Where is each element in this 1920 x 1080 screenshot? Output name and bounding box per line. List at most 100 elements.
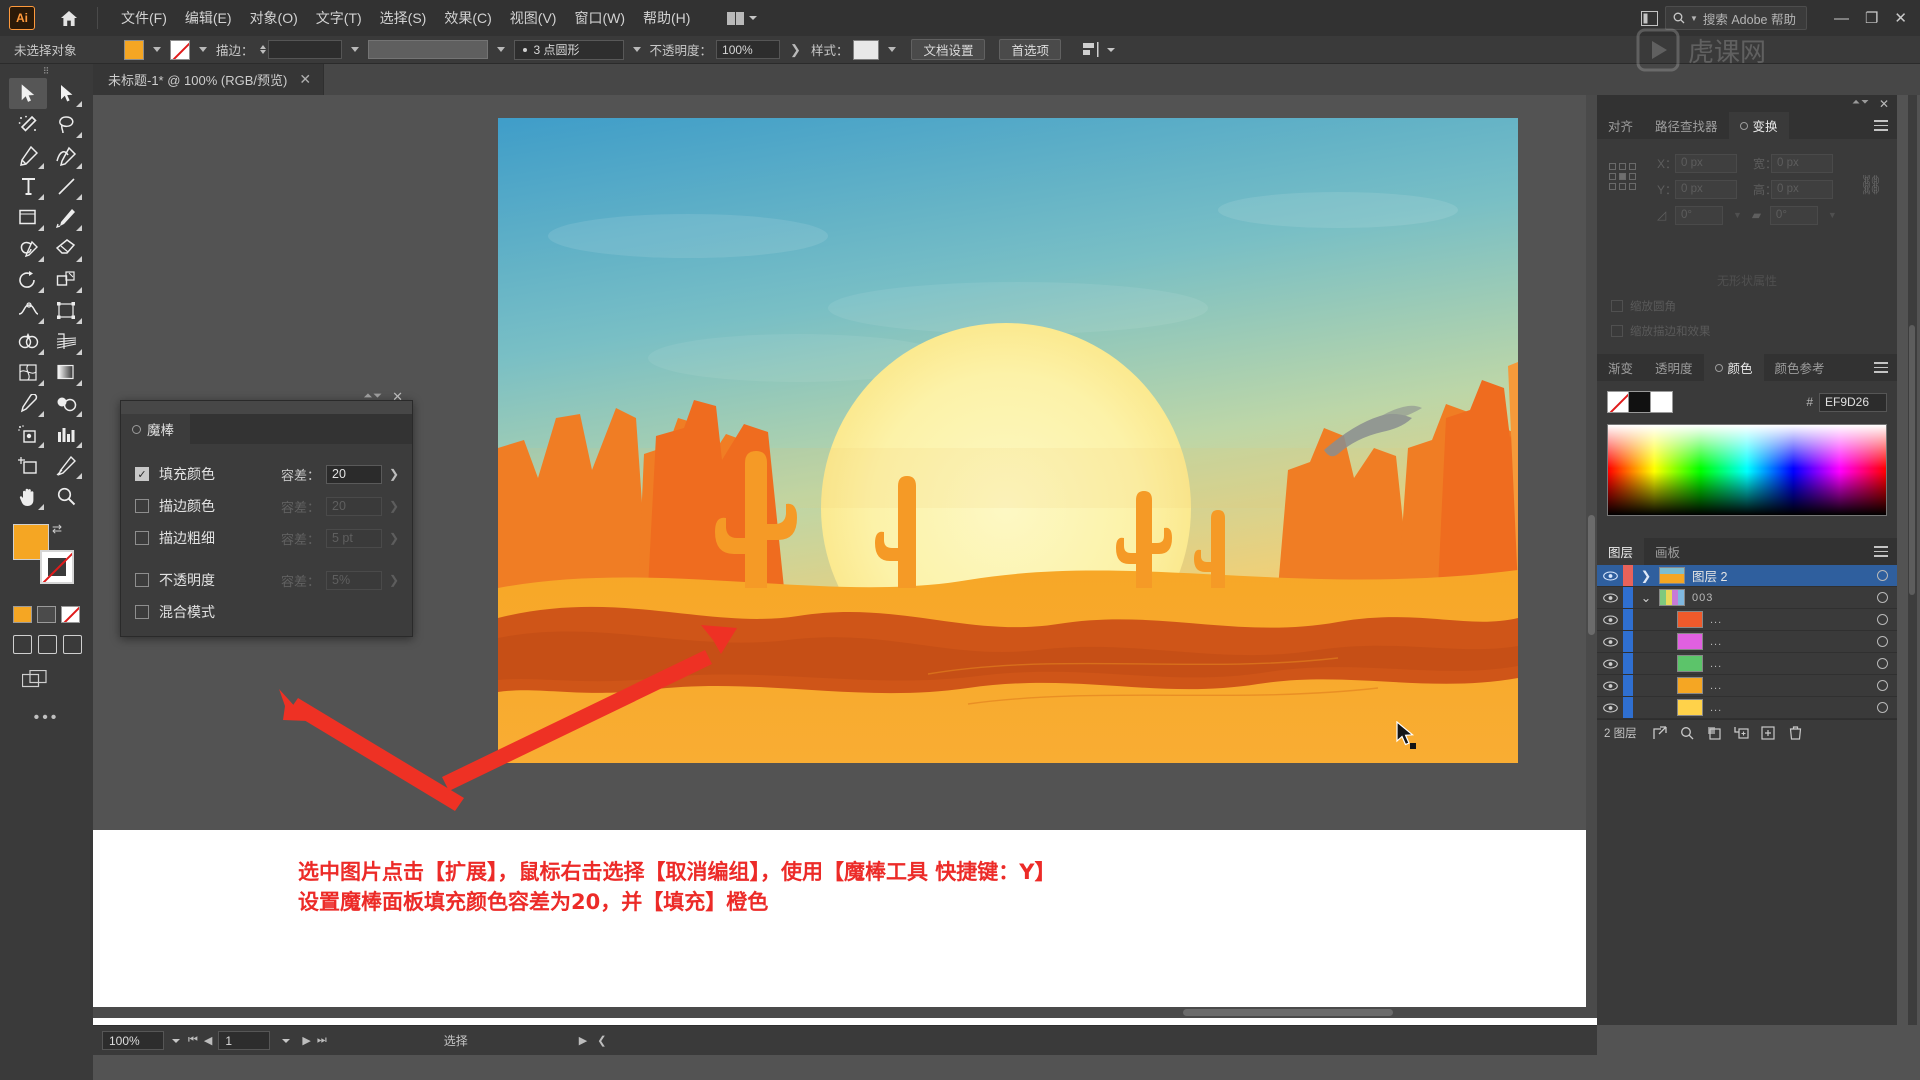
arrange-documents-icon[interactable] xyxy=(721,9,763,28)
swatch-black[interactable] xyxy=(1629,391,1651,413)
ref-point[interactable] xyxy=(1609,163,1616,170)
tab-magic-wand[interactable]: 魔棒 xyxy=(121,414,190,444)
color-spectrum[interactable] xyxy=(1607,424,1887,516)
row-blending-mode[interactable]: 混合模式 xyxy=(135,596,400,628)
artboard-tool[interactable] xyxy=(9,450,47,481)
mesh-tool[interactable] xyxy=(9,357,47,388)
ref-point[interactable] xyxy=(1629,173,1636,180)
stroke-color-box[interactable] xyxy=(40,550,74,584)
target-circle-icon[interactable] xyxy=(1867,658,1897,669)
menu-help[interactable]: 帮助(H) xyxy=(634,4,699,32)
eye-icon[interactable] xyxy=(1597,592,1623,603)
hand-tool[interactable] xyxy=(9,481,47,512)
angle-chevron-icon[interactable]: ▼ xyxy=(1733,210,1742,220)
swap-fill-stroke-icon[interactable]: ⇄ xyxy=(52,522,62,536)
none-mode-icon[interactable] xyxy=(61,606,80,623)
panel-menu-icon[interactable] xyxy=(1874,546,1888,560)
perspective-grid-tool[interactable] xyxy=(47,326,85,357)
preferences-button[interactable]: 首选项 xyxy=(999,39,1061,60)
panel-collapse-icon[interactable]: ⏶⏷ xyxy=(363,390,383,403)
tab-color[interactable]: 颜色 xyxy=(1703,354,1764,381)
tab-color-guide[interactable]: 颜色参考 xyxy=(1764,354,1836,381)
color-mode-icon[interactable] xyxy=(13,606,32,623)
rotate-tool[interactable] xyxy=(9,264,47,295)
scale-corners-row[interactable]: 缩放圆角 xyxy=(1611,298,1885,314)
next-page-icon[interactable]: ▶ xyxy=(302,1034,310,1047)
row-fill-color[interactable]: ✓ 填充颜色 容差： 20 ❯ xyxy=(135,458,400,490)
panel-menu-icon[interactable] xyxy=(1874,362,1888,376)
checkbox-fill-color[interactable]: ✓ xyxy=(135,467,149,481)
eye-icon[interactable] xyxy=(1597,702,1623,713)
zoom-level-field[interactable]: 100% xyxy=(102,1031,164,1050)
opacity-expand-icon[interactable]: ❯ xyxy=(790,42,801,58)
panel-collapse-icon[interactable]: ⏶⏷ xyxy=(1852,97,1870,108)
canvas-vertical-scrollbar[interactable] xyxy=(1586,95,1597,1007)
lasso-tool[interactable] xyxy=(47,109,85,140)
draw-normal-icon[interactable] xyxy=(13,635,32,654)
layer-row-3[interactable]: ... xyxy=(1597,631,1897,653)
zoom-chevron-icon[interactable] xyxy=(172,1038,180,1043)
layer-row-1[interactable]: ⌄ 003 xyxy=(1597,587,1897,609)
target-circle-icon[interactable] xyxy=(1867,680,1897,691)
first-page-icon[interactable]: ⏮ xyxy=(188,1034,198,1047)
layer-name[interactable]: ... xyxy=(1710,614,1722,626)
reference-point-selector[interactable] xyxy=(1609,163,1636,190)
row-stroke-weight[interactable]: 描边粗细 容差： 5 pt ❯ xyxy=(135,522,400,554)
more-tools-button[interactable]: ••• xyxy=(0,709,93,727)
field-y[interactable]: 0 px xyxy=(1675,179,1737,199)
eye-icon[interactable] xyxy=(1597,614,1623,625)
scale-tool[interactable] xyxy=(47,264,85,295)
document-tab[interactable]: 未标题-1* @ 100% (RGB/预览) ✕ xyxy=(93,64,325,95)
menu-view[interactable]: 视图(V) xyxy=(501,4,566,32)
ref-point[interactable] xyxy=(1619,183,1626,190)
graphic-style-swatch[interactable] xyxy=(853,39,880,60)
new-sublayer-icon[interactable] xyxy=(1728,723,1755,743)
selection-tool[interactable] xyxy=(9,78,47,109)
brush-definition-dropdown[interactable]: 3 点圆形 xyxy=(513,39,624,60)
checkbox-opacity[interactable] xyxy=(135,573,149,587)
paintbrush-tool[interactable] xyxy=(47,202,85,233)
status-text[interactable]: 选择 xyxy=(340,1031,571,1050)
menu-edit[interactable]: 编辑(E) xyxy=(176,4,241,32)
field-shear[interactable]: 0° xyxy=(1769,205,1818,225)
tab-artboards[interactable]: 画板 xyxy=(1644,538,1691,565)
magic-wand-panel[interactable]: ⏶⏷ ✕ 魔棒 ✓ 填充颜色 容差： 20 ❯ 描边颜色 容差： 20 ❯ 描边… xyxy=(120,389,413,637)
row-opacity[interactable]: 不透明度 容差： 5% ❯ xyxy=(135,564,400,596)
width-tool[interactable] xyxy=(9,295,47,326)
minimize-icon[interactable]: — xyxy=(1827,8,1856,29)
link-broken-icon[interactable]: ⛓ xyxy=(1859,173,1883,197)
row-stroke-color[interactable]: 描边颜色 容差： 20 ❯ xyxy=(135,490,400,522)
status-expand-icon[interactable]: ▶ xyxy=(579,1034,587,1047)
fill-chevron-icon[interactable] xyxy=(153,47,161,52)
canvas-horizontal-scrollbar[interactable] xyxy=(93,1007,1597,1018)
checkbox-stroke-color[interactable] xyxy=(135,499,149,513)
layer-row-4[interactable]: ... xyxy=(1597,653,1897,675)
prev-page-icon[interactable]: ◀ xyxy=(204,1034,212,1047)
hex-input[interactable]: EF9D26 xyxy=(1819,392,1887,412)
menu-select[interactable]: 选择(S) xyxy=(371,4,436,32)
layer-name[interactable]: ... xyxy=(1710,658,1722,670)
checkbox-scale-strokes[interactable] xyxy=(1611,325,1623,337)
tab-transparency[interactable]: 透明度 xyxy=(1644,354,1704,381)
layer-name[interactable]: 图层 2 xyxy=(1692,566,1727,585)
swatch-white[interactable] xyxy=(1651,391,1673,413)
menu-window[interactable]: 窗口(W) xyxy=(565,4,634,32)
column-graph-tool[interactable] xyxy=(47,419,85,450)
collapse-chevron-icon[interactable]: ⌄ xyxy=(1633,590,1659,605)
tab-layers[interactable]: 图层 xyxy=(1597,538,1645,565)
toolbar-grip[interactable]: ⠿ xyxy=(0,64,93,78)
free-transform-tool[interactable] xyxy=(47,295,85,326)
rectangle-tool[interactable] xyxy=(9,202,47,233)
menu-type[interactable]: 文字(T) xyxy=(307,4,371,32)
tab-pathfinder[interactable]: 路径查找器 xyxy=(1644,112,1729,139)
eraser-tool[interactable] xyxy=(47,233,85,264)
checkbox-scale-corners[interactable] xyxy=(1611,300,1623,312)
layer-name[interactable]: ... xyxy=(1710,680,1722,692)
swatch-none[interactable] xyxy=(1607,391,1629,413)
chevron-right-icon[interactable]: ❯ xyxy=(388,467,400,481)
ref-point[interactable] xyxy=(1609,183,1616,190)
shape-builder-tool[interactable] xyxy=(9,326,47,357)
dock-scrollbar[interactable] xyxy=(1908,95,1917,1025)
ref-point[interactable] xyxy=(1629,183,1636,190)
menu-object[interactable]: 对象(O) xyxy=(241,4,307,32)
